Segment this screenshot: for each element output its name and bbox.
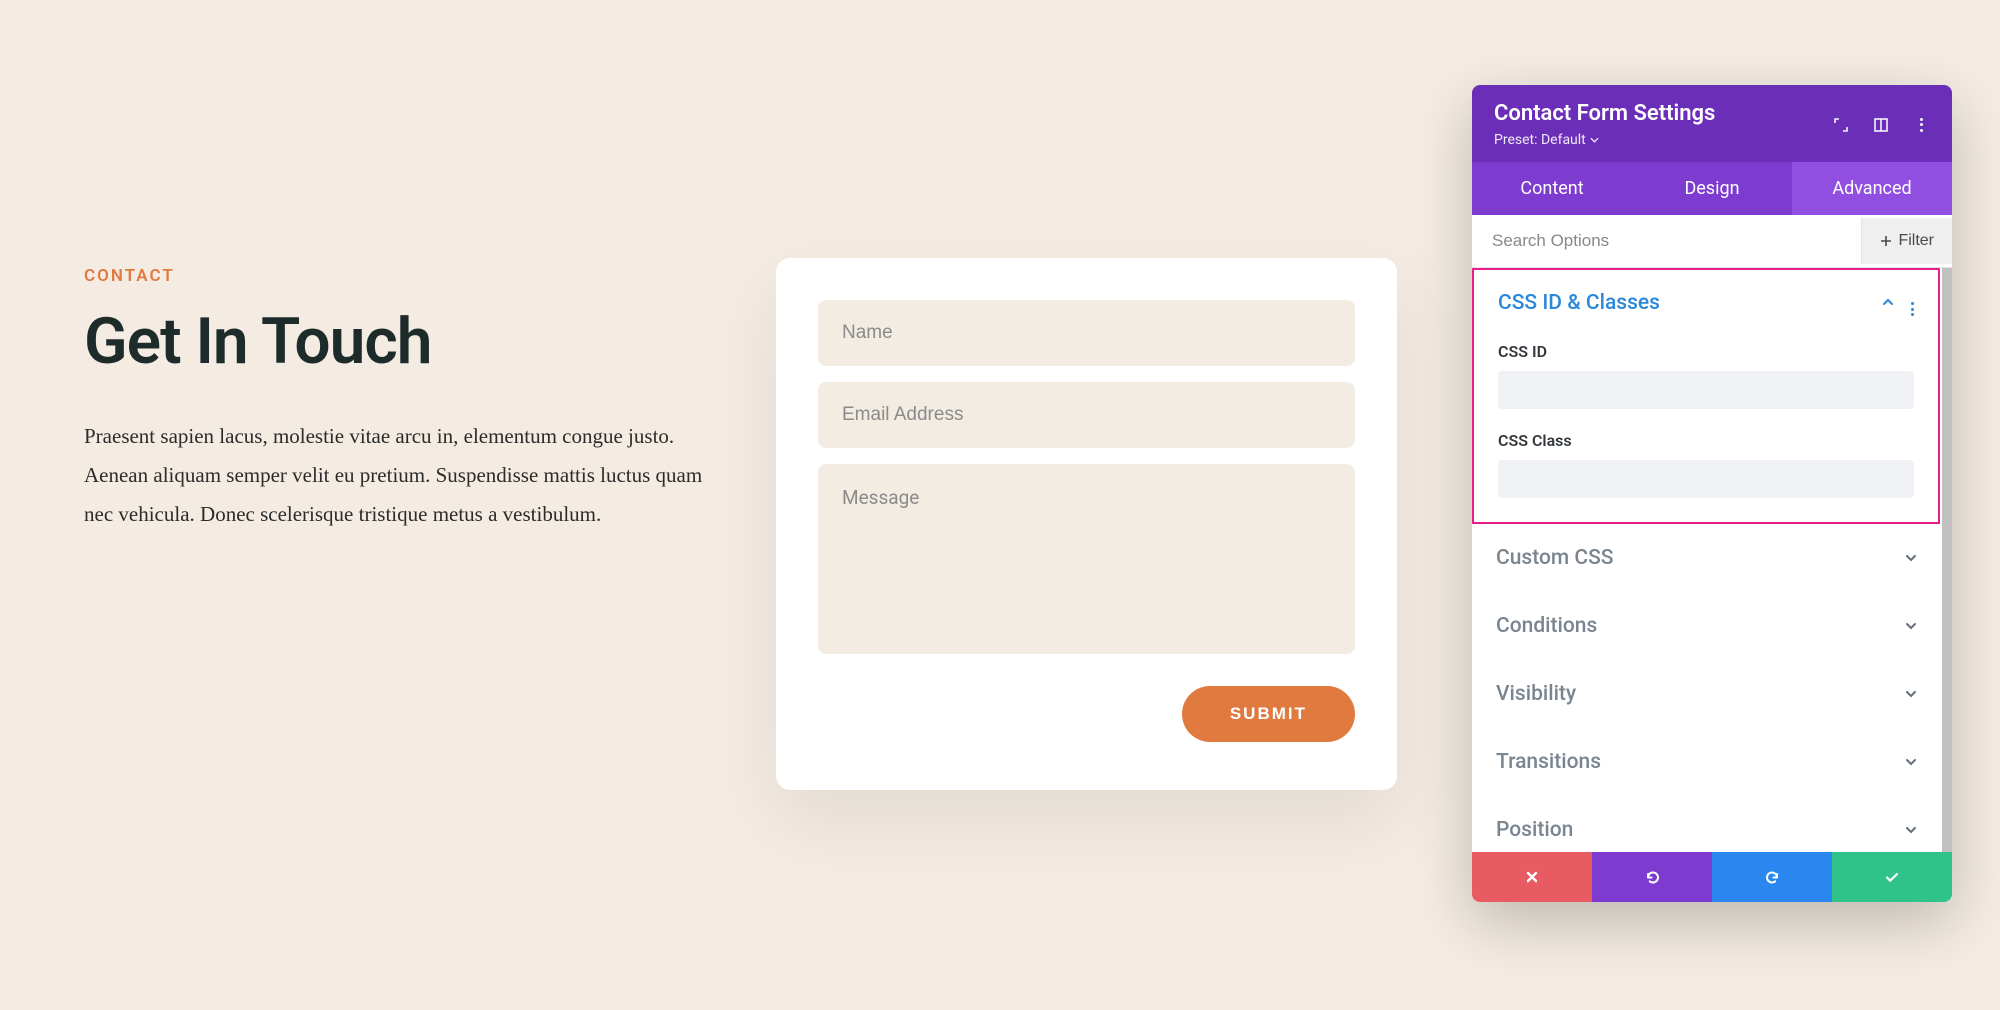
tab-design[interactable]: Design bbox=[1632, 162, 1792, 215]
chevron-down-icon bbox=[1904, 755, 1918, 769]
section-title-custom-css: Custom CSS bbox=[1496, 546, 1614, 570]
section-header-css-id-classes[interactable]: CSS ID & Classes bbox=[1474, 270, 1938, 332]
undo-icon bbox=[1644, 869, 1661, 886]
plus-icon bbox=[1880, 235, 1892, 247]
search-input[interactable] bbox=[1472, 215, 1861, 267]
section-conditions[interactable]: Conditions bbox=[1472, 592, 1942, 660]
chevron-down-icon bbox=[1904, 551, 1918, 565]
tab-content[interactable]: Content bbox=[1472, 162, 1632, 215]
submit-button[interactable]: SUBMIT bbox=[1182, 686, 1355, 742]
caret-down-icon bbox=[1590, 137, 1599, 143]
more-icon[interactable] bbox=[1912, 116, 1930, 134]
page-title: Get In Touch bbox=[84, 304, 724, 379]
css-id-label: CSS ID bbox=[1498, 342, 1914, 361]
section-title-transitions: Transitions bbox=[1496, 750, 1601, 774]
confirm-button[interactable] bbox=[1832, 852, 1952, 902]
section-transitions[interactable]: Transitions bbox=[1472, 728, 1942, 796]
section-css-id-classes: CSS ID & Classes CSS ID CSS Class bbox=[1472, 268, 1940, 524]
css-class-input[interactable] bbox=[1498, 460, 1914, 498]
panel-header: Contact Form Settings Preset: Default bbox=[1472, 85, 1952, 162]
css-class-label: CSS Class bbox=[1498, 431, 1914, 450]
chevron-down-icon bbox=[1904, 823, 1918, 837]
panel-body: CSS ID & Classes CSS ID CSS Class Custom bbox=[1472, 268, 1952, 852]
section-title-visibility: Visibility bbox=[1496, 682, 1576, 706]
panel-footer bbox=[1472, 852, 1952, 902]
check-icon bbox=[1884, 869, 1900, 885]
contact-form-card: SUBMIT bbox=[776, 258, 1397, 790]
preset-dropdown[interactable]: Preset: Default bbox=[1494, 132, 1715, 148]
filter-button[interactable]: Filter bbox=[1861, 218, 1952, 264]
chevron-down-icon bbox=[1904, 687, 1918, 701]
email-input[interactable] bbox=[818, 382, 1355, 448]
section-position[interactable]: Position bbox=[1472, 796, 1942, 852]
tab-advanced[interactable]: Advanced bbox=[1792, 162, 1952, 215]
panel-title: Contact Form Settings bbox=[1494, 101, 1715, 126]
redo-icon bbox=[1764, 869, 1781, 886]
section-title-css: CSS ID & Classes bbox=[1498, 291, 1660, 315]
contact-eyebrow: CONTACT bbox=[84, 266, 724, 286]
section-title-conditions: Conditions bbox=[1496, 614, 1597, 638]
settings-panel: Contact Form Settings Preset: Default Co… bbox=[1472, 85, 1952, 902]
close-icon bbox=[1525, 870, 1539, 884]
cancel-button[interactable] bbox=[1472, 852, 1592, 902]
chevron-down-icon bbox=[1904, 619, 1918, 633]
name-input[interactable] bbox=[818, 300, 1355, 366]
layout-icon[interactable] bbox=[1872, 116, 1890, 134]
section-more-icon[interactable] bbox=[1911, 290, 1914, 316]
section-custom-css[interactable]: Custom CSS bbox=[1472, 524, 1942, 592]
search-row: Filter bbox=[1472, 215, 1952, 268]
expand-icon[interactable] bbox=[1832, 116, 1850, 134]
chevron-up-icon bbox=[1881, 295, 1897, 311]
section-title-position: Position bbox=[1496, 818, 1573, 842]
section-visibility[interactable]: Visibility bbox=[1472, 660, 1942, 728]
undo-button[interactable] bbox=[1592, 852, 1712, 902]
body-paragraph: Praesent sapien lacus, molestie vitae ar… bbox=[84, 417, 704, 534]
redo-button[interactable] bbox=[1712, 852, 1832, 902]
filter-label: Filter bbox=[1898, 232, 1934, 250]
preset-label: Preset: Default bbox=[1494, 132, 1586, 148]
message-textarea[interactable] bbox=[818, 464, 1355, 654]
css-id-input[interactable] bbox=[1498, 371, 1914, 409]
panel-tabs: Content Design Advanced bbox=[1472, 162, 1952, 215]
